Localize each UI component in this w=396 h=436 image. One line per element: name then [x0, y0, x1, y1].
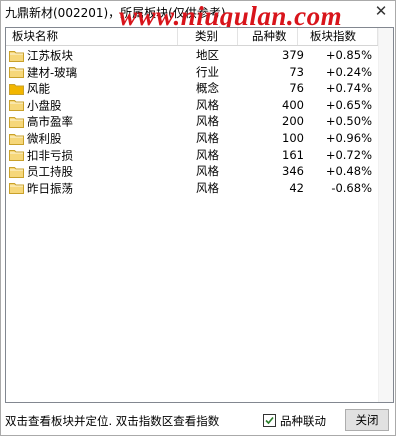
table-row[interactable]: 风能 概念 76 +0.74% [6, 79, 378, 97]
sector-name-text: 小盘股 [27, 98, 62, 113]
cell-type: 概念 [196, 81, 219, 96]
folder-icon [9, 165, 24, 178]
vertical-scrollbar[interactable] [378, 28, 393, 402]
col-header-index[interactable]: 板块指数 [298, 28, 378, 45]
folder-icon [9, 65, 24, 79]
cell-type: 行业 [196, 64, 219, 79]
cell-sector-name: 昨日振荡 [9, 179, 195, 197]
sector-name-text: 员工持股 [27, 164, 73, 179]
check-icon [265, 416, 274, 425]
cell-sector-name: 员工持股 [9, 162, 195, 180]
cell-sector-name: 扣非亏损 [9, 146, 195, 164]
sector-name-text: 建材-玻璃 [27, 65, 78, 80]
cell-count: 161 [282, 147, 304, 162]
sector-name-text: 扣非亏损 [27, 148, 73, 163]
sector-dialog: 九鼎新材(002201)，所属板块(仅供参考) www.niugulan.com… [0, 0, 396, 436]
folder-icon [9, 49, 24, 62]
table-row[interactable]: 建材-玻璃 行业 73 +0.24% [6, 63, 378, 81]
cell-count: 400 [282, 97, 304, 112]
col-header-count[interactable]: 品种数 [238, 28, 298, 45]
folder-icon-filled [9, 82, 24, 95]
folder-icon [9, 132, 24, 145]
link-checkbox[interactable]: 品种联动 [263, 413, 326, 429]
close-icon[interactable]: ✕ [373, 3, 389, 19]
cell-count: 73 [289, 64, 304, 79]
cell-sector-name: 风能 [9, 79, 195, 97]
cell-type: 风格 [196, 180, 219, 195]
cell-count: 379 [282, 48, 304, 62]
cell-index: +0.85% [325, 48, 372, 62]
sector-name-text: 高市盈率 [27, 114, 73, 129]
table-row[interactable]: 高市盈率 风格 200 +0.50% [6, 112, 378, 130]
sector-name-text: 昨日振荡 [27, 181, 73, 196]
folder-icon [9, 148, 24, 162]
cell-sector-name: 建材-玻璃 [9, 63, 195, 81]
cell-type: 风格 [196, 131, 219, 145]
cell-index: +0.72% [325, 147, 372, 162]
cell-index: +0.48% [325, 164, 372, 179]
table-row[interactable]: 扣非亏损 风格 161 +0.72% [6, 146, 378, 164]
table-row[interactable]: 员工持股 风格 346 +0.48% [6, 162, 378, 180]
cell-type: 风格 [196, 164, 219, 179]
table-row[interactable]: 江苏板块 地区 379 +0.85% [6, 46, 378, 64]
title-bar: 九鼎新材(002201)，所属板块(仅供参考) www.niugulan.com… [1, 1, 395, 31]
cell-type: 风格 [196, 147, 219, 162]
cell-sector-name: 小盘股 [9, 96, 195, 114]
table-row[interactable]: 小盘股 风格 400 +0.65% [6, 96, 378, 114]
cell-index: +0.65% [325, 97, 372, 112]
sector-name-text: 微利股 [27, 131, 62, 146]
cell-index: +0.74% [325, 81, 372, 96]
folder-icon [9, 115, 24, 128]
hint-text: 双击查看板块并定位. 双击指数区查看指数 [5, 414, 220, 428]
cell-count: 42 [289, 180, 304, 195]
cell-type: 风格 [196, 114, 219, 129]
cell-type: 地区 [196, 48, 219, 62]
cell-index: +0.50% [325, 114, 372, 129]
cell-count: 346 [282, 164, 304, 179]
cell-count: 100 [282, 131, 304, 145]
cell-index: -0.68% [331, 180, 372, 195]
cell-index: +0.24% [325, 64, 372, 79]
cell-sector-name: 江苏板块 [9, 46, 195, 64]
checkbox-box[interactable] [263, 414, 276, 427]
cell-type: 风格 [196, 97, 219, 112]
cell-index: +0.96% [325, 131, 372, 145]
folder-icon [9, 98, 24, 112]
sector-table[interactable]: 板块名称 类别 品种数 板块指数 江苏板块 地区 379 +0.85% 建材-玻璃 行业 7… [5, 27, 394, 403]
table-row[interactable]: 昨日振荡 风格 42 -0.68% [6, 179, 378, 197]
col-header-type[interactable]: 类别 [178, 28, 238, 45]
close-button[interactable]: 关闭 [345, 409, 389, 431]
sector-name-text: 风能 [27, 81, 50, 96]
cell-sector-name: 高市盈率 [9, 112, 195, 130]
cell-sector-name: 微利股 [9, 129, 195, 147]
sector-name-text: 江苏板块 [27, 48, 73, 63]
table-row[interactable]: 微利股 风格 100 +0.96% [6, 129, 378, 147]
footer-bar: 双击查看板块并定位. 双击指数区查看指数 品种联动 关闭 [1, 405, 395, 435]
col-header-name[interactable]: 板块名称 [6, 28, 178, 45]
folder-icon [9, 181, 24, 195]
table-header: 板块名称 类别 品种数 板块指数 [6, 28, 378, 46]
cell-count: 76 [289, 81, 304, 96]
cell-count: 200 [282, 114, 304, 129]
checkbox-label: 品种联动 [280, 414, 326, 428]
